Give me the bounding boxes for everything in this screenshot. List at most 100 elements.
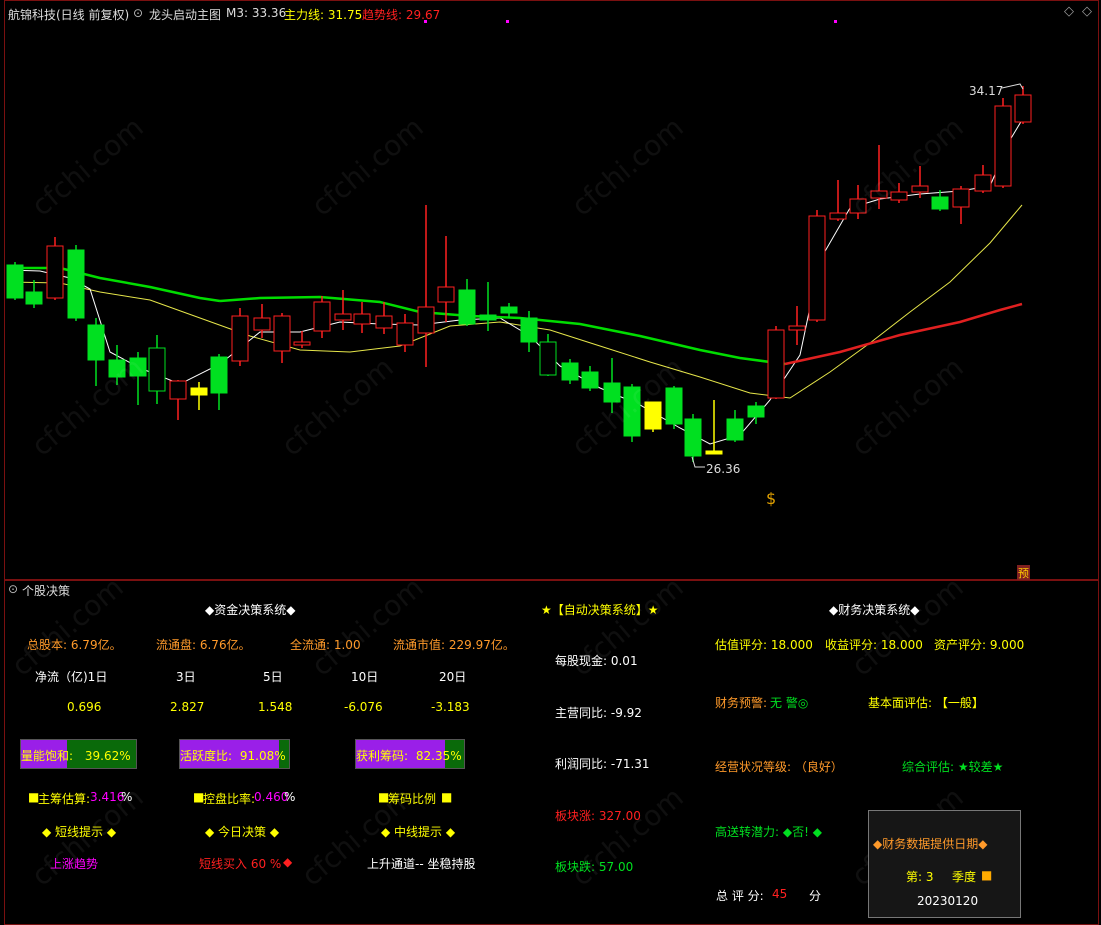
candle-body [25, 291, 43, 305]
red-diamond-icon: ◆ [283, 855, 293, 869]
low-price-label: 26.36 [706, 462, 741, 476]
candle-body [726, 418, 744, 441]
today-decision-title: ◆ 今日决策 ◆ [205, 825, 280, 839]
kline-chart[interactable] [0, 0, 1101, 580]
total-shares: 总股本: 6.79亿。 [27, 638, 122, 652]
finance-system-title: ◆财务决策系统◆ [829, 603, 920, 617]
candle-body [520, 317, 538, 343]
main-chip-estimate-label: 主筹估算: [38, 792, 91, 806]
net-flow-1d: 0.696 [67, 700, 102, 714]
sector-up-count: 板块涨: 327.00 [555, 809, 641, 823]
finance-date-title: ◆财务数据提供日期◆ [873, 837, 988, 851]
panel-title[interactable]: 个股决策 [22, 582, 70, 599]
diamond-icon[interactable]: ◇ [1064, 4, 1074, 19]
finance-date-box: ◆财务数据提供日期◆ 第: 3 季度 ■ 20230120 [868, 810, 1021, 918]
candle-body [46, 245, 64, 299]
candle-body [747, 405, 765, 418]
today-decision-value: 短线买入 60 % [199, 857, 282, 871]
finance-warning-label: 财务预警: [715, 696, 768, 710]
candle-body [767, 329, 785, 399]
volume-saturation-value: 39.62% [84, 749, 131, 763]
candle-body [190, 387, 208, 396]
profit-chip-bar: 获利筹码: 82.35% [355, 739, 465, 769]
finance-date: 20230120 [917, 894, 979, 908]
main-chip-estimate-value: 3.416 [90, 790, 125, 804]
candle-body [1014, 94, 1032, 123]
candle-body [253, 317, 271, 331]
short-term-title: ◆ 短线提示 ◆ [42, 825, 117, 839]
volume-saturation-label: 量能饱和: [21, 749, 74, 763]
revenue-yoy: 主营同比: -9.92 [555, 706, 642, 720]
auto-system-title: ★【自动决策系统】★ [541, 603, 659, 617]
candle-body [6, 264, 24, 299]
expand-icon[interactable]: ◇ [1082, 4, 1092, 19]
fundamental-eval: 基本面评估: 【一般】 [868, 696, 984, 710]
candle-body [437, 286, 455, 303]
quarter-label: 第: 3 [906, 870, 934, 884]
high-price-label: 34.17 [969, 84, 1004, 98]
full-float: 全流通: 1.00 [290, 638, 361, 652]
candle-body [974, 174, 992, 192]
candle-body [829, 212, 847, 220]
activity-ratio-label: 活跃度比: [180, 749, 233, 763]
candle-body [684, 418, 702, 457]
volume-saturation-bar: 量能饱和: 39.62% [20, 739, 137, 769]
valuation-score: 估值评分: 18.000 [715, 638, 813, 652]
float-shares: 流通盘: 6.76亿。 [156, 638, 251, 652]
candle-body [931, 196, 949, 210]
quarter-unit: 季度 [952, 870, 977, 884]
high-pointer-line [1001, 83, 1024, 90]
period-3d: 3日 [176, 670, 196, 684]
net-flow-20d: -3.183 [431, 700, 470, 714]
mid-term-title: ◆ 中线提示 ◆ [381, 825, 456, 839]
profit-yoy: 利润同比: -71.31 [555, 757, 650, 771]
overall-eval: 综合评估: ★较差★ [902, 760, 1004, 774]
candle-body [396, 322, 414, 346]
candle-body [353, 313, 371, 325]
candle-body [273, 315, 291, 352]
qushi-value: 趋势线: 29.67 [362, 8, 441, 22]
candle-body [148, 347, 166, 392]
period-10d: 10日 [351, 670, 379, 684]
chevron-circle-icon[interactable]: ⊙ [133, 6, 143, 20]
asset-score: 资产评分: 9.000 [934, 638, 1025, 652]
candle-body [87, 324, 105, 361]
net-flow-5d: 1.548 [258, 700, 293, 714]
low-pointer-line [691, 456, 705, 468]
collapse-icon[interactable]: ⊙ [8, 582, 18, 596]
control-ratio-unit: % [284, 790, 296, 804]
square-bullet-icon: ■ [441, 790, 453, 804]
net-flow-10d: -6.076 [344, 700, 383, 714]
zhuli-value: 主力线: 31.75 [284, 8, 363, 22]
profit-chip-value: 82.35% [415, 749, 462, 763]
candle-body [581, 371, 599, 389]
sector-down-count: 板块跌: 57.00 [555, 860, 634, 874]
candle-body [539, 341, 557, 376]
candle-body [500, 306, 518, 314]
forecast-badge[interactable]: 预 [1017, 565, 1030, 581]
mid-term-value: 上升通道-- 坐稳持股 [367, 857, 476, 871]
main-chip-estimate-unit: % [121, 790, 133, 804]
indicator-name[interactable]: 龙头启动主图 [149, 6, 221, 23]
period-5d: 5日 [263, 670, 283, 684]
money-bag-icon[interactable]: $ [766, 489, 776, 508]
total-score-label: 总 评 分: [716, 889, 764, 903]
cash-per-share: 每股现金: 0.01 [555, 654, 638, 668]
chip-ratio-label: 筹码比例 [388, 792, 437, 806]
high-transfer-potential: 高送转潜力: ◆否! ◆ [715, 825, 822, 839]
finance-warning-value: 无 警◎ [770, 696, 809, 710]
fund-system-title: ◆资金决策系统◆ [205, 603, 296, 617]
candle-body [417, 306, 435, 334]
short-term-value: 上涨趋势 [50, 857, 99, 871]
activity-ratio-value: 91.08% [239, 749, 286, 763]
candle-body [808, 215, 826, 321]
float-market-value: 流通市值: 229.97亿。 [393, 638, 515, 652]
total-score-value: 45 [772, 887, 788, 901]
candle-body [952, 188, 970, 208]
stock-title: 航锦科技(日线 前复权) [8, 8, 130, 22]
candle-body [313, 301, 331, 332]
m3-value: M3: 33.36 [226, 6, 287, 20]
marker-dot [834, 20, 837, 23]
square-bullet-icon: ■ [981, 868, 993, 882]
candle-body [788, 325, 806, 331]
